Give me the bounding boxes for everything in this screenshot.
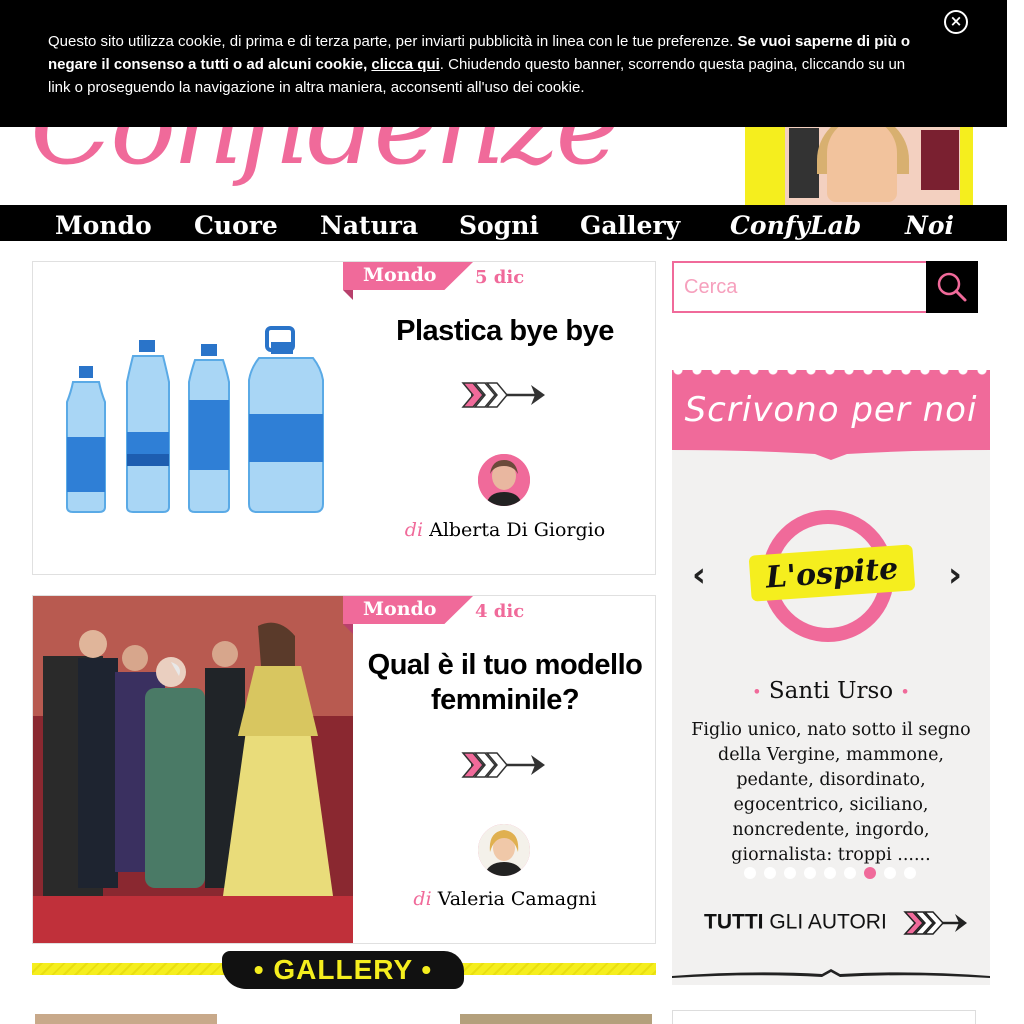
all-authors-link[interactable]: TUTTI GLI AUTORI xyxy=(704,909,969,937)
article-date: 5 dic xyxy=(475,267,525,288)
category-tag[interactable]: Mondo xyxy=(343,596,473,634)
search-input[interactable] xyxy=(684,273,914,301)
nav-item-noi[interactable]: Noi xyxy=(905,211,954,240)
writer-name[interactable]: • Santi Urso • xyxy=(672,678,990,704)
carousel-dot[interactable] xyxy=(764,867,776,879)
gallery-thumbnail[interactable] xyxy=(460,1014,652,1024)
cookie-more-link[interactable]: clicca qui xyxy=(371,56,439,73)
byline-prefix: di xyxy=(413,888,432,910)
article-byline: di Alberta Di Giorgio xyxy=(353,519,657,541)
article-byline: di Valeria Camagni xyxy=(353,888,657,910)
article-date: 4 dic xyxy=(475,601,525,622)
writers-widget: Scrivono per noi L'ospite ‹ › • Santi Ur… xyxy=(672,370,990,985)
article-title[interactable]: Plastica bye bye xyxy=(353,314,657,349)
arrow-right-icon xyxy=(902,911,967,935)
confidenze-widget[interactable] xyxy=(672,1010,976,1024)
main-nav: Mondo Cuore Natura Sogni Gallery ConfyLa… xyxy=(0,205,1007,241)
gallery-thumbnail[interactable] xyxy=(35,1014,217,1024)
author-avatar[interactable] xyxy=(478,454,530,506)
widget-bottom-divider xyxy=(672,969,990,978)
article-image-bottles[interactable] xyxy=(33,262,353,574)
byline-prefix: di xyxy=(404,519,424,541)
read-more-arrow-icon[interactable] xyxy=(461,380,547,410)
carousel-prev-button[interactable]: ‹ xyxy=(692,555,706,595)
carousel-dot[interactable] xyxy=(824,867,836,879)
carousel-dot[interactable] xyxy=(884,867,896,879)
carousel-dot[interactable] xyxy=(864,867,876,879)
nav-item-natura[interactable]: Natura xyxy=(320,211,418,240)
article-image-royal-event[interactable] xyxy=(33,596,353,943)
ospite-badge[interactable]: L'ospite xyxy=(748,510,916,642)
nav-item-sogni[interactable]: Sogni xyxy=(459,211,539,240)
carousel-dot[interactable] xyxy=(784,867,796,879)
author-name[interactable]: Valeria Camagni xyxy=(438,888,597,910)
search-icon xyxy=(937,272,967,302)
carousel-dot[interactable] xyxy=(744,867,756,879)
nav-item-cuore[interactable]: Cuore xyxy=(194,211,278,240)
carousel-next-button[interactable]: › xyxy=(948,555,962,595)
carousel-dot[interactable] xyxy=(904,867,916,879)
author-avatar[interactable] xyxy=(478,824,530,876)
nav-item-mondo[interactable]: Mondo xyxy=(55,211,152,240)
nav-item-confylab[interactable]: ConfyLab xyxy=(730,211,861,240)
writers-header: Scrivono per noi xyxy=(672,370,990,460)
carousel-pagination[interactable] xyxy=(744,864,924,879)
gallery-heading[interactable]: • GALLERY • xyxy=(222,951,464,989)
cookie-text: Questo sito utilizza cookie, di prima e … xyxy=(48,33,738,50)
article-card[interactable]: Mondo 5 dic Plastica bye bye di Alberta … xyxy=(32,261,656,575)
search-box xyxy=(672,261,978,313)
article-card[interactable]: Mondo 4 dic Qual è il tuo modello femmin… xyxy=(32,595,656,944)
category-tag[interactable]: Mondo xyxy=(343,262,473,300)
writer-description: Figlio unico, nato sotto il segno della … xyxy=(691,720,971,865)
carousel-dot[interactable] xyxy=(844,867,856,879)
nav-item-gallery[interactable]: Gallery xyxy=(580,211,680,240)
read-more-arrow-icon[interactable] xyxy=(461,750,547,780)
search-button[interactable] xyxy=(926,261,978,313)
author-name[interactable]: Alberta Di Giorgio xyxy=(429,519,605,541)
writers-heading: Scrivono per noi xyxy=(684,390,978,430)
cookie-banner: Questo sito utilizza cookie, di prima e … xyxy=(0,0,1007,127)
article-title[interactable]: Qual è il tuo modello femminile? xyxy=(353,648,657,718)
carousel-dot[interactable] xyxy=(804,867,816,879)
close-icon[interactable]: × xyxy=(944,10,968,34)
